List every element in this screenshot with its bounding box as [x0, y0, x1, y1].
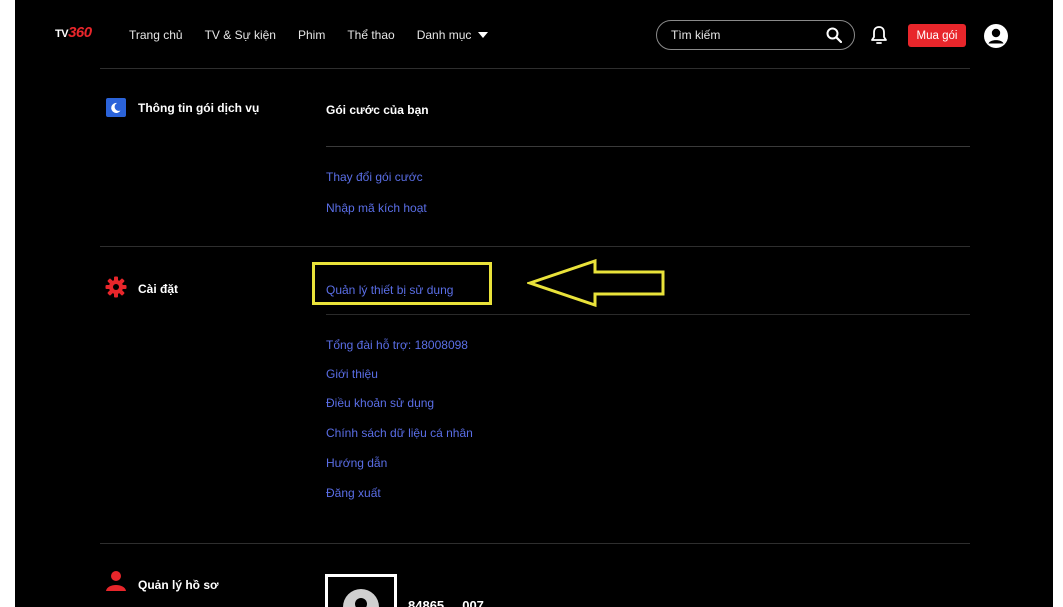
main-nav: Trang chủ TV & Sự kiện Phim Thể thao Dan…	[129, 28, 510, 42]
privacy-policy-link[interactable]: Chính sách dữ liệu cá nhân	[326, 426, 473, 440]
logout-link[interactable]: Đăng xuất	[326, 486, 381, 500]
section-title-profile: Quản lý hồ sơ	[138, 578, 219, 592]
arrow-left-icon	[527, 258, 665, 308]
nav-categories[interactable]: Danh mục	[417, 28, 489, 42]
bell-icon[interactable]	[870, 25, 888, 45]
about-link[interactable]: Giới thiệu	[326, 367, 378, 381]
chevron-down-icon	[478, 31, 489, 38]
avatar-icon	[343, 589, 379, 607]
nav-sports[interactable]: Thể thao	[347, 28, 394, 42]
profile-name: 84865 ... 007	[408, 598, 484, 607]
tv360-logo[interactable]: TV360	[55, 24, 92, 41]
change-package-link[interactable]: Thay đổi gói cước	[326, 170, 423, 184]
nav-categories-label: Danh mục	[416, 28, 472, 42]
section-title-settings: Cài đặt	[138, 282, 179, 296]
logo-prefix: TV	[55, 28, 69, 40]
nav-tv-events[interactable]: TV & Sự kiện	[205, 28, 276, 42]
support-hotline-link[interactable]: Tổng đài hỗ trợ: 18008098	[326, 338, 468, 352]
nav-movies[interactable]: Phim	[298, 28, 325, 42]
logo-suffix: 360	[68, 24, 92, 41]
profile-avatar[interactable]	[325, 574, 397, 607]
search-box	[656, 20, 855, 50]
terms-link[interactable]: Điều khoản sử dụng	[326, 396, 434, 410]
section-divider-1	[100, 246, 970, 247]
buy-package-button[interactable]: Mua gói	[908, 24, 966, 47]
service-subdivider	[326, 146, 970, 147]
moon-calendar-icon	[106, 98, 126, 117]
search-input[interactable]	[671, 27, 811, 43]
app-screen: TV360 Trang chủ TV & Sự kiện Phim Thể th…	[15, 0, 1053, 607]
person-icon	[106, 571, 126, 591]
search-icon[interactable]	[826, 27, 842, 43]
user-circle-icon[interactable]	[983, 23, 1009, 49]
nav-home[interactable]: Trang chủ	[129, 28, 183, 42]
enter-activation-code-link[interactable]: Nhập mã kích hoạt	[326, 201, 427, 215]
current-package-title: Gói cước của bạn	[326, 103, 429, 117]
guide-link[interactable]: Hướng dẫn	[326, 456, 387, 470]
settings-subdivider	[326, 314, 970, 315]
section-divider-2	[100, 543, 970, 544]
header-divider	[100, 68, 970, 69]
manage-devices-link[interactable]: Quản lý thiết bị sử dụng	[326, 283, 453, 297]
section-title-service: Thông tin gói dịch vụ	[138, 101, 260, 115]
gear-icon	[105, 276, 127, 298]
